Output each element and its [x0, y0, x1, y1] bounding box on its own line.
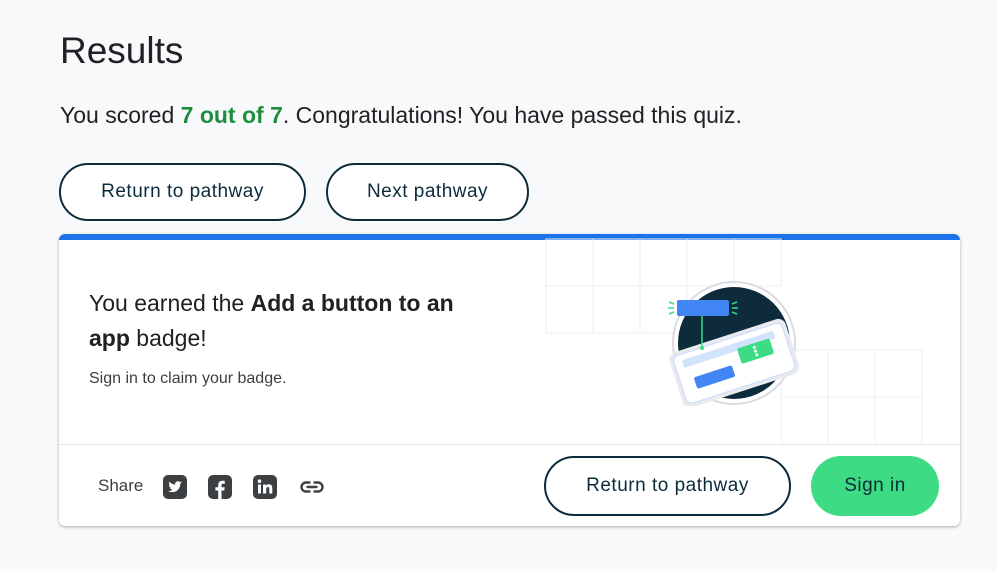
badge-icon: [668, 281, 800, 406]
claim-text: Sign in to claim your badge.: [89, 370, 287, 387]
card-return-to-pathway-button[interactable]: Return to pathway: [544, 456, 791, 516]
linkedin-icon[interactable]: [252, 474, 278, 500]
next-pathway-button[interactable]: Next pathway: [326, 163, 529, 221]
card-divider: [59, 444, 960, 445]
page-title: Results: [60, 30, 184, 71]
share-label: Share: [98, 476, 144, 495]
score-value: 7 out of 7: [180, 102, 283, 128]
facebook-icon[interactable]: [207, 474, 233, 500]
score-prefix: You scored: [60, 102, 181, 128]
score-message: You scored 7 out of 7. Congratulations! …: [60, 102, 742, 129]
sign-in-button[interactable]: Sign in: [811, 456, 939, 516]
earned-suffix: badge!: [129, 325, 207, 351]
badge-card: You earned the Add a button to an app ba…: [59, 234, 960, 526]
twitter-icon[interactable]: [162, 474, 188, 500]
return-to-pathway-button[interactable]: Return to pathway: [59, 163, 306, 221]
earned-prefix: You earned the: [89, 290, 251, 316]
earned-message: You earned the Add a button to an app ba…: [89, 286, 489, 356]
score-suffix: . Congratulations! You have passed this …: [282, 102, 742, 128]
link-icon[interactable]: [298, 474, 326, 500]
